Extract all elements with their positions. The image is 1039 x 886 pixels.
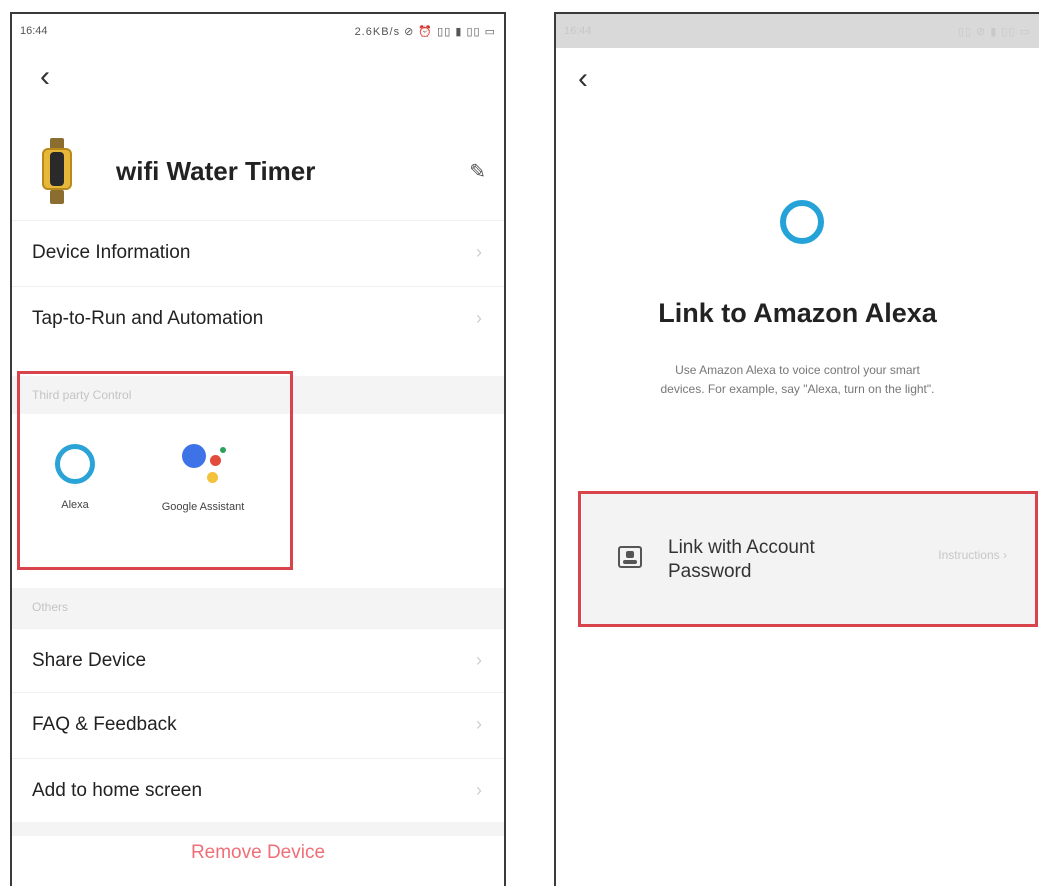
status-bar: 16:44 ▯▯ ⊘ ▮ ▯▯ ▭	[556, 14, 1039, 48]
description-line2: devices. For example, say "Alexa, turn o…	[660, 382, 935, 396]
status-time: 16:44	[564, 25, 592, 37]
device-name: wifi Water Timer	[116, 155, 316, 186]
google-assistant-tile[interactable]: Google Assistant	[158, 440, 248, 515]
status-icons: ▯▯ ⊘ ▮ ▯▯ ▭	[957, 25, 1031, 38]
description-line1: Use Amazon Alexa to voice control your s…	[675, 363, 920, 377]
row-label: Share Device	[32, 649, 147, 671]
alexa-tile[interactable]: Alexa	[40, 444, 110, 513]
chevron-right-icon: ›	[476, 242, 482, 262]
google-assistant-icon	[178, 440, 228, 490]
row-add-to-home-screen[interactable]: Add to home screen ›	[12, 758, 504, 822]
link-option-label: Link with Account Password	[668, 536, 815, 584]
row-device-information[interactable]: Device Information ›	[12, 220, 504, 284]
description: Use Amazon Alexa to voice control your s…	[556, 361, 1039, 399]
status-time: 16:44	[20, 25, 48, 37]
back-button[interactable]: ‹	[40, 62, 50, 92]
back-button[interactable]: ‹	[578, 64, 588, 94]
link-with-account-option[interactable]: Link with Account Password Instructions …	[582, 494, 1037, 626]
account-card-icon	[618, 546, 642, 568]
row-label: Add to home screen	[32, 779, 203, 801]
alexa-label: Alexa	[61, 499, 89, 511]
row-faq-feedback[interactable]: FAQ & Feedback ›	[12, 692, 504, 756]
alexa-icon	[55, 444, 95, 484]
row-label: Device Information	[32, 241, 191, 263]
device-header: wifi Water Timer ✎	[38, 126, 504, 216]
link-option-line1: Link with Account	[668, 537, 815, 558]
chevron-right-icon: ›	[476, 714, 482, 734]
section-label-third-party: Third party Control	[12, 376, 504, 414]
third-party-control-area: Alexa Google Assistant	[12, 414, 504, 568]
status-icons: 2.6KB/s ⊘ ⏰ ▯▯ ▮ ▯▯ ▭	[354, 25, 496, 38]
chevron-right-icon: ›	[476, 780, 482, 800]
row-label: Tap-to-Run and Automation	[32, 307, 264, 329]
alexa-logo-icon	[780, 200, 824, 244]
chevron-right-icon: ›	[476, 308, 482, 328]
alexa-link-screen: 16:44 ▯▯ ⊘ ▮ ▯▯ ▭ ‹ Link to Amazon Alexa…	[554, 12, 1039, 886]
divider	[12, 822, 504, 836]
chevron-right-icon: ›	[476, 650, 482, 670]
row-tap-to-run[interactable]: Tap-to-Run and Automation ›	[12, 286, 504, 350]
status-bar: 16:44 2.6KB/s ⊘ ⏰ ▯▯ ▮ ▯▯ ▭	[12, 14, 504, 48]
edit-icon[interactable]: ✎	[469, 159, 486, 184]
water-timer-device-icon	[38, 138, 76, 204]
row-share-device[interactable]: Share Device ›	[12, 628, 504, 692]
page-title: Link to Amazon Alexa	[658, 298, 937, 328]
instructions-link[interactable]: Instructions ›	[938, 548, 1007, 562]
section-label-others: Others	[12, 588, 504, 628]
link-option-line2: Password	[668, 561, 752, 582]
row-label: FAQ & Feedback	[32, 713, 177, 735]
device-settings-screen: 16:44 2.6KB/s ⊘ ⏰ ▯▯ ▮ ▯▯ ▭ ‹ wifi Water…	[10, 12, 506, 886]
remove-device-button[interactable]: Remove Device	[12, 842, 504, 864]
google-assistant-label: Google Assistant	[161, 501, 245, 513]
